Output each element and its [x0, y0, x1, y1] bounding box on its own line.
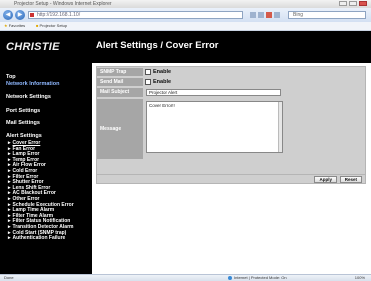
- reset-button[interactable]: Reset: [339, 176, 362, 183]
- alert-submenu: ▸ Cover Error ▸ Fan Error ▸ Lamp Error ▸ Tem…: [8, 140, 92, 242]
- send-mail-setting: Enable: [145, 78, 365, 86]
- send-mail-checkbox[interactable]: [145, 78, 151, 85]
- page-content: CHRISTIE Top Network Information Network…: [0, 31, 371, 274]
- search-input[interactable]: Bing: [288, 11, 366, 19]
- snmp-trap-checkbox[interactable]: [145, 68, 151, 75]
- page-title: Alert Settings / Cover Error: [96, 40, 219, 51]
- maximize-button[interactable]: [349, 1, 357, 6]
- sidebar-item-network-settings[interactable]: Network Settings: [6, 94, 51, 100]
- stop-icon[interactable]: [266, 12, 272, 18]
- sidebar-top-section: Top Network Information: [6, 74, 90, 88]
- message-label: Message: [97, 99, 143, 159]
- back-arrow-icon[interactable]: ◀: [3, 10, 13, 20]
- close-window-button[interactable]: [359, 1, 367, 6]
- christie-logo: CHRISTIE: [6, 41, 60, 53]
- refresh-icon[interactable]: [258, 12, 264, 18]
- star-icon: ★: [4, 23, 8, 28]
- forward-arrow-icon[interactable]: ▶: [15, 10, 25, 20]
- snmp-trap-setting: Enable: [145, 68, 365, 76]
- message-scrollbar[interactable]: [278, 102, 282, 152]
- bing-logo-icon: [274, 12, 280, 18]
- main-header: Alert Settings / Cover Error: [92, 31, 371, 63]
- main-panel: Alert Settings / Cover Error SNMP Trap E…: [92, 31, 371, 274]
- mail-subject-input[interactable]: Projector Alert: [146, 89, 281, 96]
- security-zone: Internet | Protected Mode: On: [228, 275, 287, 281]
- sidebar-item-network-information[interactable]: Network Information: [6, 81, 90, 88]
- address-actions: [250, 12, 280, 18]
- zoom-level[interactable]: 100%: [355, 275, 365, 281]
- browser-window: Projector Setup - Windows Internet Explo…: [0, 0, 371, 281]
- mail-subject-cell: Projector Alert: [145, 88, 365, 97]
- security-zone-label: Internet | Protected Mode: On: [234, 275, 287, 280]
- message-cell: Cover Error!!: [145, 99, 365, 159]
- send-mail-value: Enable: [153, 79, 172, 85]
- arrow-icon: ▸: [8, 223, 11, 230]
- mail-subject-label: Mail Subject: [97, 88, 143, 97]
- alert-item-label: Authentication Failure: [12, 235, 66, 242]
- address-bar[interactable]: http://192.168.1.10/: [28, 11, 243, 19]
- snmp-trap-row: SNMP Trap Enable: [97, 68, 365, 76]
- favorites-tab-label: Projector Setup: [39, 23, 68, 28]
- window-title: Projector Setup - Windows Internet Explo…: [14, 1, 112, 7]
- status-bar: Done Internet | Protected Mode: On 100%: [0, 274, 371, 281]
- favorites-button[interactable]: ★ Favorites: [4, 22, 25, 30]
- sidebar-item-mail-settings[interactable]: Mail Settings: [6, 120, 40, 126]
- snmp-trap-value: Enable: [153, 69, 172, 75]
- navigation-bar: ◀ ▶ http://192.168.1.10/ Bing: [0, 8, 371, 22]
- sidebar: CHRISTIE Top Network Information Network…: [0, 31, 92, 274]
- status-text: Done: [4, 275, 14, 280]
- favorites-tab[interactable]: ■ Projector Setup: [36, 22, 67, 30]
- page-icon: [30, 13, 34, 17]
- mail-subject-row: Mail Subject Projector Alert: [97, 88, 365, 97]
- favorites-label: Favorites: [8, 23, 26, 28]
- send-mail-row: Send Mail Enable: [97, 78, 365, 86]
- alert-item-authentication-failure[interactable]: ▸ Authentication Failure: [8, 235, 92, 242]
- snmp-trap-label: SNMP Trap: [97, 68, 143, 76]
- sidebar-item-alert-settings[interactable]: Alert Settings: [6, 133, 42, 139]
- window-controls: [339, 1, 367, 6]
- compatibility-icon[interactable]: [250, 12, 256, 18]
- alert-settings-form: SNMP Trap Enable Send Mail Enable Mail S…: [96, 66, 366, 176]
- message-row: Message Cover Error!!: [97, 99, 365, 159]
- sidebar-item-port-settings[interactable]: Port Settings: [6, 108, 40, 114]
- globe-icon: [228, 275, 232, 280]
- favorites-bar: ★ Favorites ■ Projector Setup: [0, 22, 371, 31]
- send-mail-label: Send Mail: [97, 78, 143, 86]
- message-textarea[interactable]: Cover Error!!: [146, 101, 283, 153]
- arrow-icon: ▸: [8, 235, 11, 242]
- message-text: Cover Error!!: [149, 103, 175, 108]
- page-tab-icon: ■: [36, 23, 39, 28]
- window-titlebar: Projector Setup - Windows Internet Explo…: [0, 0, 371, 8]
- sidebar-top-label: Top: [6, 74, 16, 80]
- minimize-button[interactable]: [339, 1, 347, 6]
- apply-button[interactable]: Apply: [314, 176, 337, 183]
- action-bar: Apply Reset: [96, 174, 366, 184]
